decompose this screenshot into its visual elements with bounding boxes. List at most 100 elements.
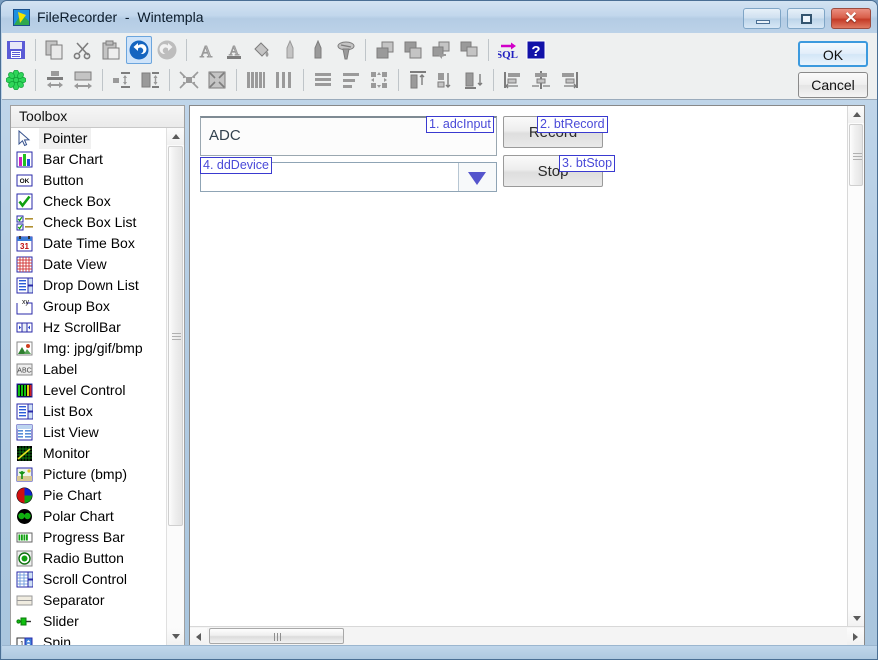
distribute-horizontal-icon[interactable] [271,66,297,94]
toolbox-scroll-thumb[interactable] [168,146,183,526]
svg-text:SQL: SQL [498,49,518,60]
toolbox-item-progress-bar[interactable]: Progress Bar [11,527,166,548]
sql-icon[interactable]: SQL [495,36,521,64]
toolbox-item-slider[interactable]: Slider [11,611,166,632]
toolbox-scroll-up-button[interactable] [167,128,184,145]
design-horizontal-scrollbar[interactable] [190,626,864,645]
snowflake-icon[interactable] [3,66,29,94]
distribute-vertical-icon[interactable] [243,66,269,94]
design-scroll-right-button[interactable] [847,628,864,645]
align-right-icon[interactable] [556,66,582,94]
toolbox-item-button[interactable]: OK Button [11,170,166,191]
title-bar: FileRecorder - Wintempla ✕ [1,1,877,33]
design-canvas[interactable]: ADC 1. adcInput 4. ddDevice Record 2. bt… [190,106,847,627]
application-window: FileRecorder - Wintempla ✕ A A SQL? OK Can… [0,0,878,660]
align-justify-icon[interactable] [310,66,336,94]
minimize-button[interactable] [743,8,781,29]
toolbox-scrollbar[interactable] [166,128,184,645]
undo-icon[interactable] [126,36,152,64]
design-scroll-up-button[interactable] [848,106,864,123]
toolbox-item-level-control[interactable]: Level Control [11,380,166,401]
cancel-button[interactable]: Cancel [798,72,868,98]
toolbox-item-label: Pie Chart [43,487,102,503]
toolbox-item-radio-button[interactable]: Radio Button [11,548,166,569]
bring-forward-icon[interactable] [428,36,454,64]
toolbox-item-hz-scrollbar[interactable]: Hz ScrollBar [11,317,166,338]
toolbar-row-1: A A SQL? [2,36,550,66]
toolbox-item-spin[interactable]: 1 Spin [11,632,166,645]
align-top-icon[interactable] [405,66,431,94]
toolbox-item-pointer[interactable]: Pointer [11,128,166,149]
group-box-icon: xy [16,298,33,315]
maximize-button[interactable] [787,8,825,29]
align-left-icon[interactable] [500,66,526,94]
make-same-width-icon[interactable] [42,66,68,94]
shrink-horizontal-icon[interactable] [176,66,202,94]
toolbox-item-monitor[interactable]: Monitor [11,443,166,464]
font-icon[interactable]: A [193,36,219,64]
size-to-grid-width-icon[interactable] [109,66,135,94]
cut-scissors-icon[interactable] [70,36,96,64]
design-scroll-thumb[interactable] [849,124,863,186]
toolbox-item-bar-chart[interactable]: Bar Chart [11,149,166,170]
make-same-height-icon[interactable] [70,66,96,94]
toolbox-item-list-box[interactable]: List Box [11,401,166,422]
toolbox-item-pie-chart[interactable]: Pie Chart [11,485,166,506]
font-color-icon[interactable]: A [221,36,247,64]
align-rows-icon[interactable] [338,66,364,94]
save-icon[interactable] [3,36,29,64]
toolbox-item-check-box[interactable]: Check Box [11,191,166,212]
toolbar-separator [398,69,399,91]
screw-icon[interactable] [333,36,359,64]
spin-icon: 1 [16,634,33,645]
paste-icon[interactable] [98,36,124,64]
align-center-icon[interactable] [528,66,554,94]
ddDevice-dropdown-button[interactable] [458,163,496,191]
toolbox-item-separator[interactable]: Separator [11,590,166,611]
toolbox-item-label: Picture (bmp) [43,466,128,482]
minimize-icon [744,9,780,28]
center-in-form-icon[interactable] [366,66,392,94]
close-button[interactable]: ✕ [831,8,871,29]
toolbox-item-polar-chart[interactable]: Polar Chart [11,506,166,527]
toolbox-item-picture-bmp[interactable]: Picture (bmp) [11,464,166,485]
toolbox-item-check-box-list[interactable]: Check Box List [11,212,166,233]
shrink-all-icon[interactable] [204,66,230,94]
drop-down-list-icon [16,277,34,294]
toolbox-list[interactable]: Pointer Bar Chart OK Button Check Box Check B… [11,128,166,645]
bring-to-front-icon[interactable] [372,36,398,64]
separator-icon [16,592,33,609]
align-bottom-icon[interactable] [461,66,487,94]
tag-adcInput: 1. adcInput [426,116,494,133]
toolbox-item-date-time-box[interactable]: 31 Date Time Box [11,233,166,254]
toolbox-item-group-box[interactable]: xy Group Box [11,296,166,317]
fill-color-icon[interactable] [249,36,275,64]
level-control-icon [16,382,33,399]
toolbox-item-scroll-control[interactable]: Scroll Control [11,569,166,590]
toolbox-item-img-jpg-gif-bmp[interactable]: Img: jpg/gif/bmp [11,338,166,359]
pencil-icon[interactable] [305,36,331,64]
design-vertical-scrollbar[interactable] [847,106,864,627]
align-middle-icon[interactable] [433,66,459,94]
pen-icon[interactable] [277,36,303,64]
send-to-back-icon[interactable] [400,36,426,64]
toolbox-scroll-down-button[interactable] [167,628,184,645]
redo-icon[interactable] [154,36,180,64]
toolbox-item-label: Radio Button [43,550,124,566]
send-backward-icon[interactable] [456,36,482,64]
design-scroll-left-button[interactable] [190,628,207,645]
copy-icon[interactable] [42,36,68,64]
toolbox-item-drop-down-list[interactable]: Drop Down List [11,275,166,296]
design-scroll-down-button[interactable] [848,610,864,627]
toolbox-item-label: List Box [43,403,93,419]
toolbox-item-label: Check Box List [43,214,137,230]
size-to-grid-height-icon[interactable] [137,66,163,94]
design-hscroll-thumb[interactable] [209,628,344,644]
toolbox-item-label: Pointer [39,128,92,149]
help-icon[interactable]: ? [523,36,549,64]
toolbox-item-date-view[interactable]: Date View [11,254,166,275]
toolbox-item-label: Img: jpg/gif/bmp [43,340,143,356]
toolbox-item-list-view[interactable]: List View [11,422,166,443]
toolbox-item-label[interactable]: ABC Label [11,359,166,380]
ok-button[interactable]: OK [798,41,868,67]
